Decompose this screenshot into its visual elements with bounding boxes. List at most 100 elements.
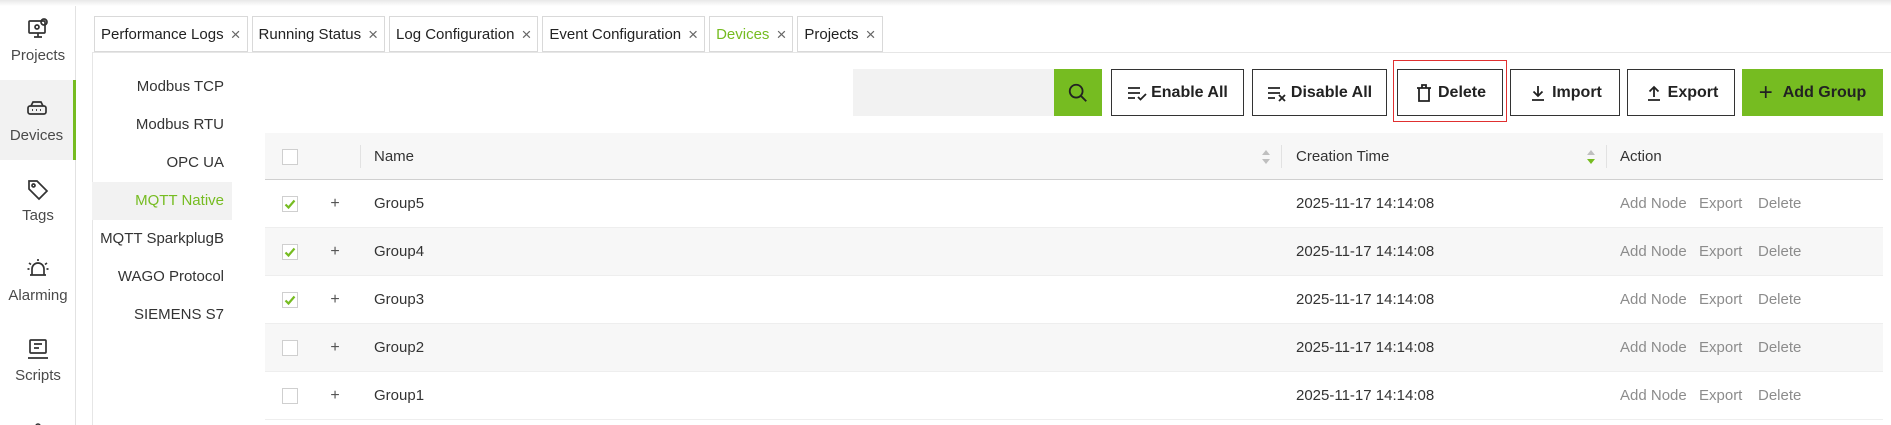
protocol-item-modbus-rtu[interactable]: Modbus RTU	[92, 106, 232, 144]
sort-icon[interactable]	[1586, 149, 1596, 165]
nav-alarming-label: Alarming	[8, 286, 68, 304]
tab-projects[interactable]: Projects ×	[797, 16, 883, 52]
alarm-icon	[27, 258, 49, 276]
group-name: Group4	[374, 243, 425, 260]
row-checkbox[interactable]	[282, 196, 298, 212]
export-link[interactable]: Export	[1699, 228, 1742, 276]
search-button[interactable]	[1054, 69, 1102, 116]
table-row: + Group3 2025-11-17 14:14:08 Add Node Ex…	[265, 276, 1883, 324]
add-node-link[interactable]: Add Node	[1620, 372, 1687, 420]
close-icon[interactable]: ×	[776, 26, 786, 43]
projects-icon	[28, 17, 48, 38]
delete-link[interactable]: Delete	[1758, 276, 1801, 324]
protocol-list: Modbus TCP Modbus RTU OPC UA MQTT Native…	[92, 68, 232, 334]
tab-running-status[interactable]: Running Status ×	[251, 16, 386, 52]
sort-icon[interactable]	[1261, 149, 1271, 165]
nav-alarming[interactable]: Alarming	[0, 240, 76, 320]
creation-time: 2025-11-17 14:14:08	[1296, 339, 1435, 356]
nav-tags[interactable]: Tags	[0, 160, 76, 240]
enable-all-button[interactable]: Enable All	[1111, 69, 1244, 116]
protocol-item-siemens-s7[interactable]: SIEMENS S7	[92, 296, 232, 334]
creation-time: 2025-11-17 14:14:08	[1296, 243, 1435, 260]
groups-table: Name Creation Time Action + Group5 2025-…	[265, 133, 1883, 420]
tag-icon	[28, 179, 49, 200]
import-button[interactable]: Import	[1510, 69, 1620, 116]
table-header: Name Creation Time Action	[265, 133, 1883, 180]
enable-list-icon	[1128, 86, 1147, 101]
row-checkbox[interactable]	[282, 244, 298, 260]
close-icon[interactable]: ×	[688, 26, 698, 43]
download-icon	[1532, 85, 1545, 101]
export-button[interactable]: Export	[1627, 69, 1735, 116]
expand-icon[interactable]: +	[327, 388, 343, 404]
checkmark-icon	[284, 247, 296, 258]
export-link[interactable]: Export	[1699, 324, 1742, 372]
top-shadow	[0, 0, 1891, 6]
row-checkbox[interactable]	[282, 388, 298, 404]
protocol-item-mqtt-native[interactable]: MQTT Native	[92, 182, 232, 220]
plus-icon: +	[1758, 78, 1773, 106]
select-all-checkbox[interactable]	[282, 149, 298, 165]
tab-label: Log Configuration	[396, 25, 515, 43]
nav-scripts[interactable]: Scripts	[0, 320, 76, 400]
protocol-item-modbus-tcp[interactable]: Modbus TCP	[92, 68, 232, 106]
delete-link[interactable]: Delete	[1758, 324, 1801, 372]
disable-all-button[interactable]: Disable All	[1252, 69, 1387, 116]
creation-time: 2025-11-17 14:14:08	[1296, 387, 1435, 404]
close-icon[interactable]: ×	[368, 26, 378, 43]
expand-icon[interactable]: +	[327, 340, 343, 356]
enable-all-label: Enable All	[1151, 83, 1228, 101]
add-node-link[interactable]: Add Node	[1620, 180, 1687, 228]
disable-all-label: Disable All	[1290, 83, 1373, 101]
expand-icon[interactable]: +	[327, 292, 343, 308]
nav-devices-label: Devices	[9, 126, 64, 144]
divider	[360, 145, 361, 168]
table-row: + Group5 2025-11-17 14:14:08 Add Node Ex…	[265, 180, 1883, 228]
tab-event-configuration[interactable]: Event Configuration ×	[542, 16, 706, 52]
add-node-link[interactable]: Add Node	[1620, 276, 1687, 324]
close-icon[interactable]: ×	[231, 26, 241, 43]
nav-projects[interactable]: Projects	[0, 0, 76, 80]
tab-log-configuration[interactable]: Log Configuration ×	[389, 16, 539, 52]
column-header-creation-time[interactable]: Creation Time	[1296, 133, 1389, 180]
tab-performance-logs[interactable]: Performance Logs ×	[94, 16, 248, 52]
close-icon[interactable]: ×	[521, 26, 531, 43]
group-name: Group3	[374, 291, 425, 308]
scripts-icon	[28, 338, 48, 359]
table-row: + Group4 2025-11-17 14:14:08 Add Node Ex…	[265, 228, 1883, 276]
row-checkbox[interactable]	[282, 340, 298, 356]
export-link[interactable]: Export	[1699, 372, 1742, 420]
nav-more-icon[interactable]	[27, 420, 49, 425]
add-group-button[interactable]: + Add Group	[1742, 69, 1883, 116]
tab-label: Performance Logs	[101, 25, 224, 43]
search-icon	[1068, 83, 1087, 102]
expand-icon[interactable]: +	[327, 196, 343, 212]
tab-label: Event Configuration	[549, 25, 682, 43]
import-label: Import	[1552, 83, 1602, 101]
divider	[92, 52, 1891, 53]
delete-link[interactable]: Delete	[1758, 228, 1801, 276]
close-icon[interactable]: ×	[866, 26, 876, 43]
upload-icon	[1647, 85, 1660, 101]
nav-scripts-label: Scripts	[15, 366, 61, 384]
add-node-link[interactable]: Add Node	[1620, 324, 1687, 372]
expand-icon[interactable]: +	[327, 244, 343, 260]
delete-link[interactable]: Delete	[1758, 180, 1801, 228]
table-row: + Group2 2025-11-17 14:14:08 Add Node Ex…	[265, 324, 1883, 372]
tab-devices[interactable]: Devices ×	[709, 16, 794, 52]
disable-list-icon	[1267, 86, 1286, 102]
protocol-item-mqtt-sparkplugb[interactable]: MQTT SparkplugB	[92, 220, 232, 258]
search-input[interactable]	[853, 69, 1055, 116]
protocol-item-wago-protocol[interactable]: WAGO Protocol	[92, 258, 232, 296]
export-link[interactable]: Export	[1699, 276, 1742, 324]
add-node-link[interactable]: Add Node	[1620, 228, 1687, 276]
nav-devices[interactable]: Devices	[0, 80, 76, 160]
delete-link[interactable]: Delete	[1758, 372, 1801, 420]
column-header-name[interactable]: Name	[374, 133, 414, 180]
tab-label: Projects	[804, 25, 859, 43]
main-nav-rail: Projects Devices Tags Alarming Scripts	[0, 6, 76, 425]
export-link[interactable]: Export	[1699, 180, 1742, 228]
row-checkbox[interactable]	[282, 292, 298, 308]
group-name: Group5	[374, 195, 425, 212]
protocol-item-opc-ua[interactable]: OPC UA	[92, 144, 232, 182]
